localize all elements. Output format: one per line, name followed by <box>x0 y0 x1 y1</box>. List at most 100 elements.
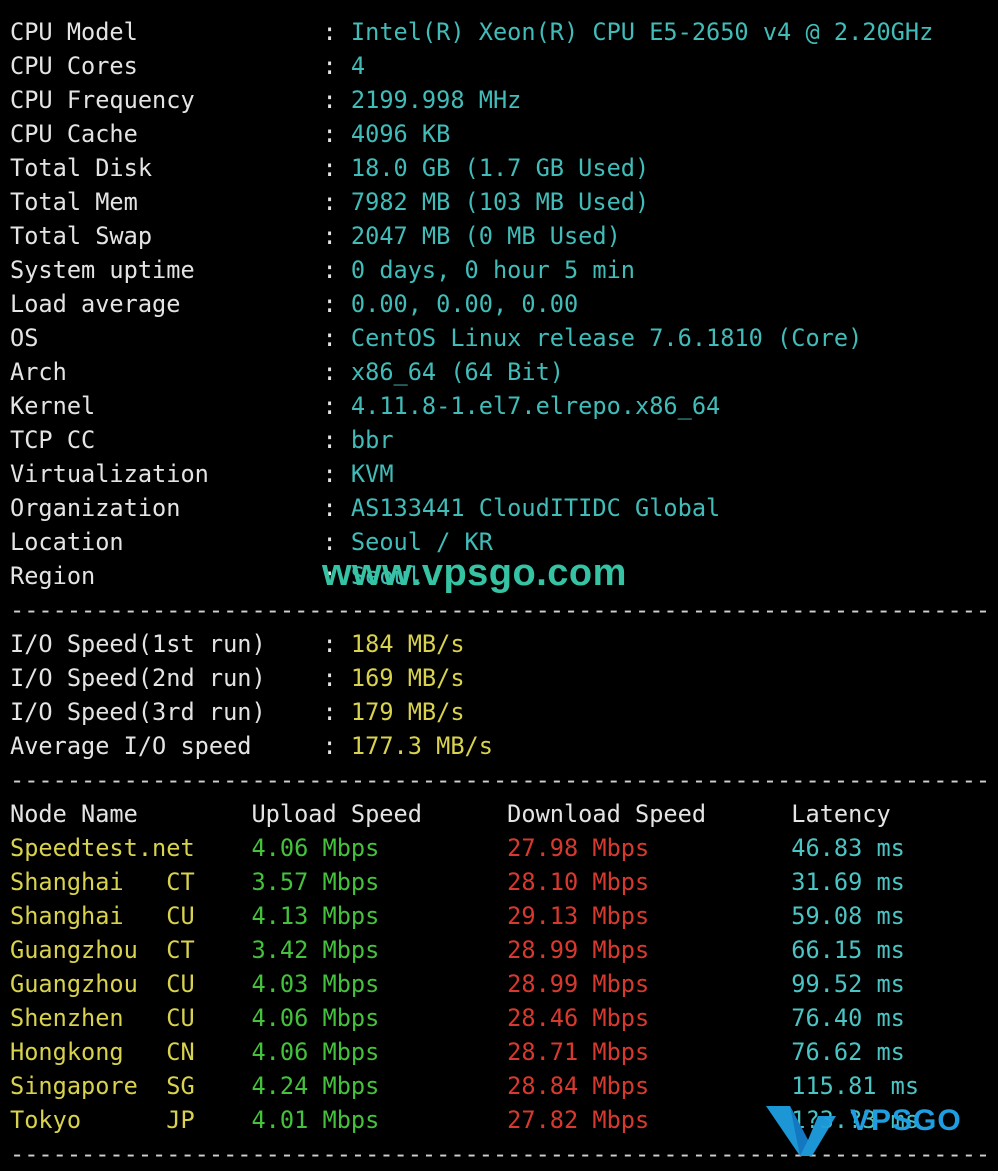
upload-speed: 4.06 Mbps <box>251 1038 380 1066</box>
info-value: AS133441 CloudITIDC Global <box>350 494 721 522</box>
watermark-site: www.vpsgo.com <box>322 552 627 594</box>
info-label: Total Mem <box>10 188 138 216</box>
info-label: Virtualization <box>10 460 209 488</box>
upload-speed: 4.01 Mbps <box>251 1106 380 1134</box>
colon: : <box>322 358 337 386</box>
colon: : <box>322 324 337 352</box>
colon: : <box>322 494 337 522</box>
info-label: Arch <box>10 358 67 386</box>
info-value: 2047 MB (0 MB Used) <box>350 222 621 250</box>
download-speed: 27.98 Mbps <box>507 834 650 862</box>
upload-speed: 4.06 Mbps <box>251 1004 380 1032</box>
download-speed: 28.99 Mbps <box>507 936 650 964</box>
column-header: Upload Speed <box>251 800 422 828</box>
separator-dashes: ----------------------------------------… <box>10 596 991 624</box>
colon: : <box>322 154 337 182</box>
info-value: bbr <box>350 426 394 454</box>
node-isp: CT <box>166 868 195 896</box>
node-name: Singapore <box>10 1072 138 1100</box>
node-isp: CU <box>166 1004 195 1032</box>
colon: : <box>322 732 337 760</box>
info-value: 4096 KB <box>350 120 451 148</box>
colon: : <box>322 52 337 80</box>
io-value: 184 MB/s <box>350 630 465 658</box>
io-value: 177.3 MB/s <box>350 732 493 760</box>
io-label: Average I/O speed <box>10 732 252 760</box>
info-value: 4.11.8-1.el7.elrepo.x86_64 <box>350 392 721 420</box>
node-isp: CU <box>166 902 195 930</box>
io-label: I/O Speed(3rd run) <box>10 698 266 726</box>
info-label: System uptime <box>10 256 195 284</box>
node-isp: CU <box>166 970 195 998</box>
upload-speed: 3.42 Mbps <box>251 936 380 964</box>
download-speed: 28.84 Mbps <box>507 1072 650 1100</box>
colon: : <box>322 120 337 148</box>
download-speed: 29.13 Mbps <box>507 902 650 930</box>
download-speed: 28.71 Mbps <box>507 1038 650 1066</box>
colon: : <box>322 256 337 284</box>
node-name: Tokyo <box>10 1106 82 1134</box>
info-label: Total Disk <box>10 154 153 182</box>
info-value: 7982 MB (103 MB Used) <box>350 188 650 216</box>
download-speed: 27.82 Mbps <box>507 1106 650 1134</box>
vpsgo-logo: VPSGO <box>766 1104 962 1156</box>
latency: 46.83 ms <box>791 834 905 862</box>
download-speed: 28.10 Mbps <box>507 868 650 896</box>
info-value: 18.0 GB (1.7 GB Used) <box>350 154 650 182</box>
info-label: CPU Frequency <box>10 86 195 114</box>
node-isp: JP <box>166 1106 195 1134</box>
info-label: CPU Cache <box>10 120 138 148</box>
info-label: Kernel <box>10 392 96 420</box>
node-name: Shenzhen <box>10 1004 124 1032</box>
node-isp: CN <box>166 1038 195 1066</box>
latency: 99.52 ms <box>791 970 905 998</box>
node-isp: CT <box>166 936 195 964</box>
column-header: Download Speed <box>507 800 707 828</box>
colon: : <box>322 698 337 726</box>
colon: : <box>322 460 337 488</box>
info-label: OS <box>10 324 39 352</box>
info-label: Location <box>10 528 124 556</box>
node-name: Speedtest.net <box>10 834 195 862</box>
info-value: 0 days, 0 hour 5 min <box>350 256 635 284</box>
upload-speed: 3.57 Mbps <box>251 868 380 896</box>
node-name: Shanghai <box>10 868 124 896</box>
latency: 76.40 ms <box>791 1004 905 1032</box>
info-value: 2199.998 MHz <box>350 86 522 114</box>
info-label: Total Swap <box>10 222 153 250</box>
node-name: Shanghai <box>10 902 124 930</box>
node-isp: SG <box>166 1072 195 1100</box>
upload-speed: 4.03 Mbps <box>251 970 380 998</box>
colon: : <box>322 664 337 692</box>
io-value: 179 MB/s <box>350 698 465 726</box>
download-speed: 28.99 Mbps <box>507 970 650 998</box>
info-value: KVM <box>350 460 394 488</box>
io-value: 169 MB/s <box>350 664 465 692</box>
upload-speed: 4.13 Mbps <box>251 902 380 930</box>
svg-text:VPSGO: VPSGO <box>850 1104 962 1137</box>
info-label: Organization <box>10 494 181 522</box>
info-value: CentOS Linux release 7.6.1810 (Core) <box>350 324 863 352</box>
latency: 59.08 ms <box>791 902 905 930</box>
upload-speed: 4.24 Mbps <box>251 1072 380 1100</box>
separator-dashes: ----------------------------------------… <box>10 766 991 794</box>
colon: : <box>322 188 337 216</box>
node-name: Guangzhou <box>10 936 138 964</box>
io-label: I/O Speed(2nd run) <box>10 664 266 692</box>
node-name: Guangzhou <box>10 970 138 998</box>
info-label: CPU Model <box>10 18 138 46</box>
latency: 66.15 ms <box>791 936 905 964</box>
node-name: Hongkong <box>10 1038 124 1066</box>
colon: : <box>322 222 337 250</box>
io-label: I/O Speed(1st run) <box>10 630 266 658</box>
info-label: Load average <box>10 290 181 318</box>
latency: 31.69 ms <box>791 868 905 896</box>
latency: 76.62 ms <box>791 1038 905 1066</box>
colon: : <box>322 426 337 454</box>
info-value: Intel(R) Xeon(R) CPU E5-2650 v4 @ 2.20GH… <box>350 18 934 46</box>
info-value: 4 <box>350 52 366 80</box>
info-label: Region <box>10 562 96 590</box>
info-label: TCP CC <box>10 426 96 454</box>
colon: : <box>322 630 337 658</box>
colon: : <box>322 290 337 318</box>
